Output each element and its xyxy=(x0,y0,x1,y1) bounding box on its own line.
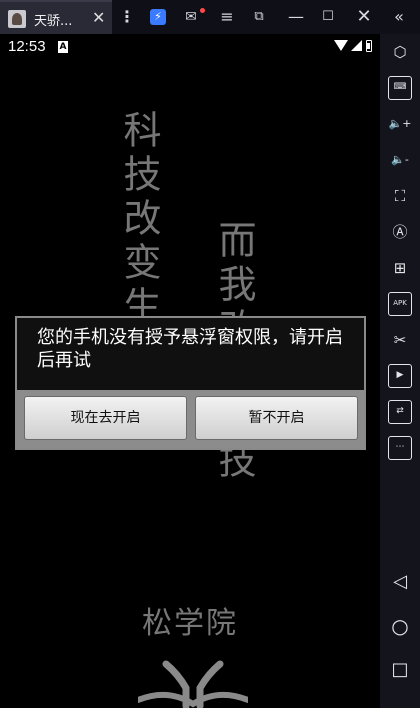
notification-dot xyxy=(200,8,205,13)
add-window-icon[interactable]: ⊞ xyxy=(388,256,412,280)
recents-icon[interactable]: □ xyxy=(388,658,412,682)
enable-now-button[interactable]: 现在去开启 xyxy=(24,396,187,440)
tab-title: 天骄... xyxy=(34,14,73,29)
sync-icon[interactable]: ⇄ xyxy=(388,400,412,424)
bolt-button[interactable]: ⚡ xyxy=(143,0,173,34)
signal-icon xyxy=(351,40,362,51)
collapse-sidebar-icon[interactable]: « xyxy=(384,0,414,34)
maximize-icon[interactable]: ☐ xyxy=(313,0,343,34)
volume-up-icon[interactable]: 🔈+ xyxy=(388,112,412,136)
screenshot-icon[interactable]: ⛶ xyxy=(388,184,412,208)
home-icon[interactable]: ○ xyxy=(388,614,412,638)
status-clock: 12:53 xyxy=(8,38,46,55)
keyboard-icon[interactable]: ⌨ xyxy=(388,76,412,100)
app-thumbnail-icon xyxy=(8,10,26,28)
not-now-button[interactable]: 暂不开启 xyxy=(195,396,358,440)
mail-button[interactable]: ✉ xyxy=(176,0,206,34)
status-icons xyxy=(334,38,372,53)
scissors-icon[interactable]: ✂ xyxy=(388,328,412,352)
menu-icon[interactable]: ≡ xyxy=(212,0,242,34)
status-bar: 12:53 A xyxy=(0,34,380,60)
auto-rotate-icon[interactable]: Ⓐ xyxy=(388,220,412,244)
tab-close-icon[interactable]: ✕ xyxy=(92,9,105,27)
restore-icon[interactable]: ⧉ xyxy=(244,0,274,34)
brand-logo-icon xyxy=(138,660,248,708)
minimize-icon[interactable]: — xyxy=(281,0,311,34)
wifi-icon xyxy=(334,40,348,51)
volume-down-icon[interactable]: 🔈- xyxy=(388,148,412,172)
notification-badge-icon: A xyxy=(58,41,68,53)
kebab-menu-icon[interactable]: ⋮ xyxy=(112,0,142,34)
mail-icon: ✉ xyxy=(185,9,197,25)
video-record-icon[interactable]: ▶ xyxy=(388,364,412,388)
battery-icon xyxy=(366,39,372,52)
brand-name: 松学院 xyxy=(142,606,238,641)
settings-icon[interactable]: ⬡ xyxy=(388,40,412,64)
emulator-titlebar: 天骄... ✕ ⋮ ⚡ ✉ ≡ ⧉ — ☐ ✕ « xyxy=(0,0,420,34)
dialog-button-bar: 现在去开启 暂不开启 xyxy=(17,390,364,448)
back-icon[interactable]: ◁ xyxy=(388,570,412,594)
permission-dialog: 您的手机没有授予悬浮窗权限，请开启后再试 现在去开启 暂不开启 xyxy=(15,316,366,450)
bolt-icon: ⚡ xyxy=(150,9,166,25)
app-tab[interactable]: 天骄... ✕ xyxy=(0,0,112,34)
apk-install-icon[interactable]: APK xyxy=(388,292,412,316)
emulator-sidebar: ⬡ ⌨ 🔈+ 🔈- ⛶ Ⓐ ⊞ APK ✂ ▶ ⇄ ⋯ ◁ ○ □ xyxy=(380,34,420,708)
dialog-message: 您的手机没有授予悬浮窗权限，请开启后再试 xyxy=(37,327,343,371)
window-close-icon[interactable]: ✕ xyxy=(349,0,379,34)
more-icon[interactable]: ⋯ xyxy=(388,436,412,460)
emulator-window: 天骄... ✕ ⋮ ⚡ ✉ ≡ ⧉ — ☐ ✕ « 12:53 A 科技改变生活… xyxy=(0,0,420,708)
